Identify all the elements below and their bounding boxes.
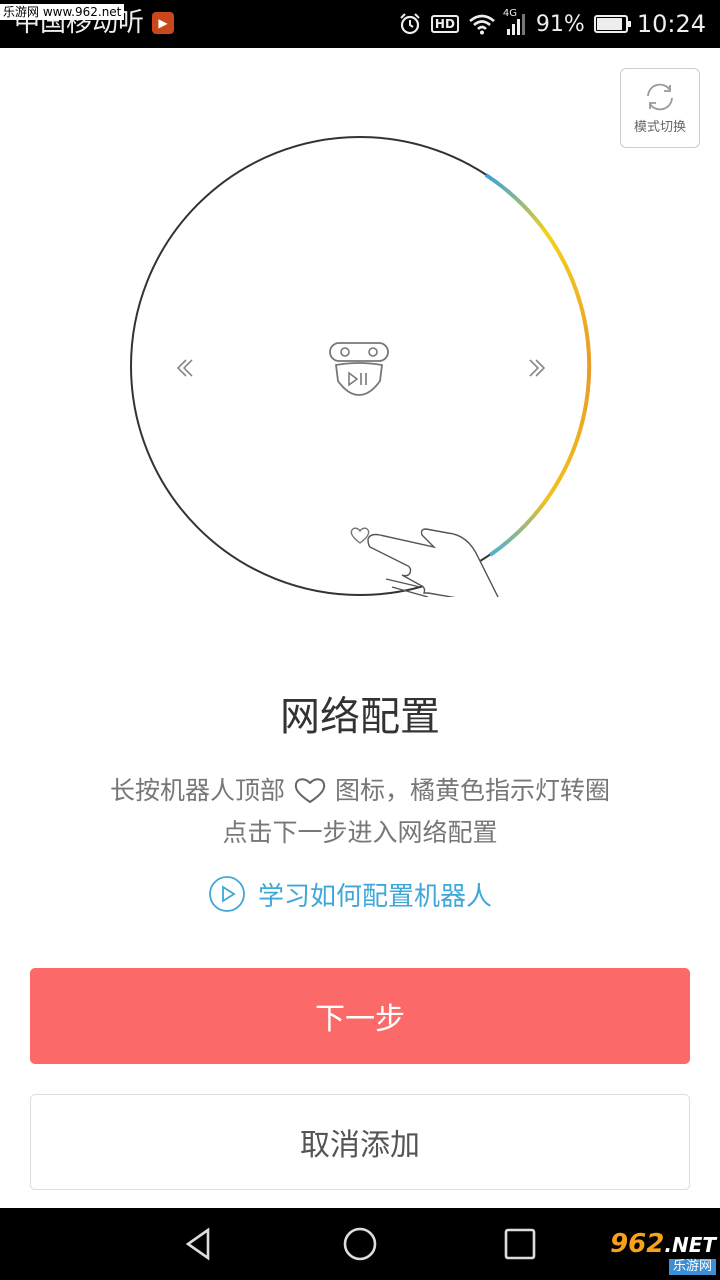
system-nav-bar: 962.NET 乐游网 xyxy=(0,1208,720,1280)
network-type: 4G xyxy=(502,8,518,19)
recents-nav-button[interactable] xyxy=(500,1224,540,1264)
mode-switch-button[interactable]: 模式切换 xyxy=(620,68,700,148)
learn-config-label: 学习如何配置机器人 xyxy=(258,881,493,912)
signal-group: 4G xyxy=(503,8,527,36)
watermark-logo-number: 962 xyxy=(610,1229,665,1259)
watermark-sub: 乐游网 xyxy=(668,1259,716,1275)
hd-badge: HD xyxy=(430,15,459,33)
wifi-icon xyxy=(469,14,495,35)
battery-icon xyxy=(593,15,631,33)
battery-level xyxy=(596,18,623,30)
refresh-icon xyxy=(647,83,673,110)
instruction-line-1: 长按机器人顶部 图标，橘黄色指示灯转圈 xyxy=(0,770,720,812)
status-bar: 中国移动听 ▶ 乐游网 www.962.net HD 4G 91% 10:24 xyxy=(0,0,720,48)
heart-icon-inline xyxy=(294,778,326,804)
status-icons: HD 4G 91% 10:24 xyxy=(398,6,706,42)
home-nav-button[interactable] xyxy=(340,1224,380,1264)
watermark-bottom: 962.NET 乐游网 xyxy=(610,1230,716,1278)
page-title: 网络配置 xyxy=(280,694,440,740)
instruction-part-2: 图标，橘黄色指示灯转圈 xyxy=(334,776,610,805)
instruction-line-2: 点击下一步进入网络配置 xyxy=(222,818,498,847)
instruction-text: 长按机器人顶部 图标，橘黄色指示灯转圈 点击下一步进入网络配置 xyxy=(0,770,720,854)
watermark-logo-net: .NET xyxy=(664,1233,716,1257)
watermark-logo: 962.NET xyxy=(610,1230,716,1259)
alarm-icon xyxy=(400,13,420,35)
mode-switch-label: 模式切换 xyxy=(633,119,686,135)
clock: 10:24 xyxy=(636,10,706,38)
battery-percent: 91% xyxy=(535,11,585,37)
next-step-button[interactable]: 下一步 xyxy=(30,968,690,1064)
robot-device-illustration xyxy=(130,136,592,597)
learn-config-link[interactable]: 学习如何配置机器人 xyxy=(208,874,492,914)
device-outline xyxy=(130,136,590,596)
instruction-part-1: 长按机器人顶部 xyxy=(110,776,286,805)
play-circle-icon xyxy=(209,876,245,912)
cancel-add-button[interactable]: 取消添加 xyxy=(30,1094,690,1190)
media-play-icon: ▶ xyxy=(152,12,175,34)
watermark-top: 乐游网 www.962.net xyxy=(0,4,125,20)
back-nav-button[interactable] xyxy=(180,1224,220,1264)
